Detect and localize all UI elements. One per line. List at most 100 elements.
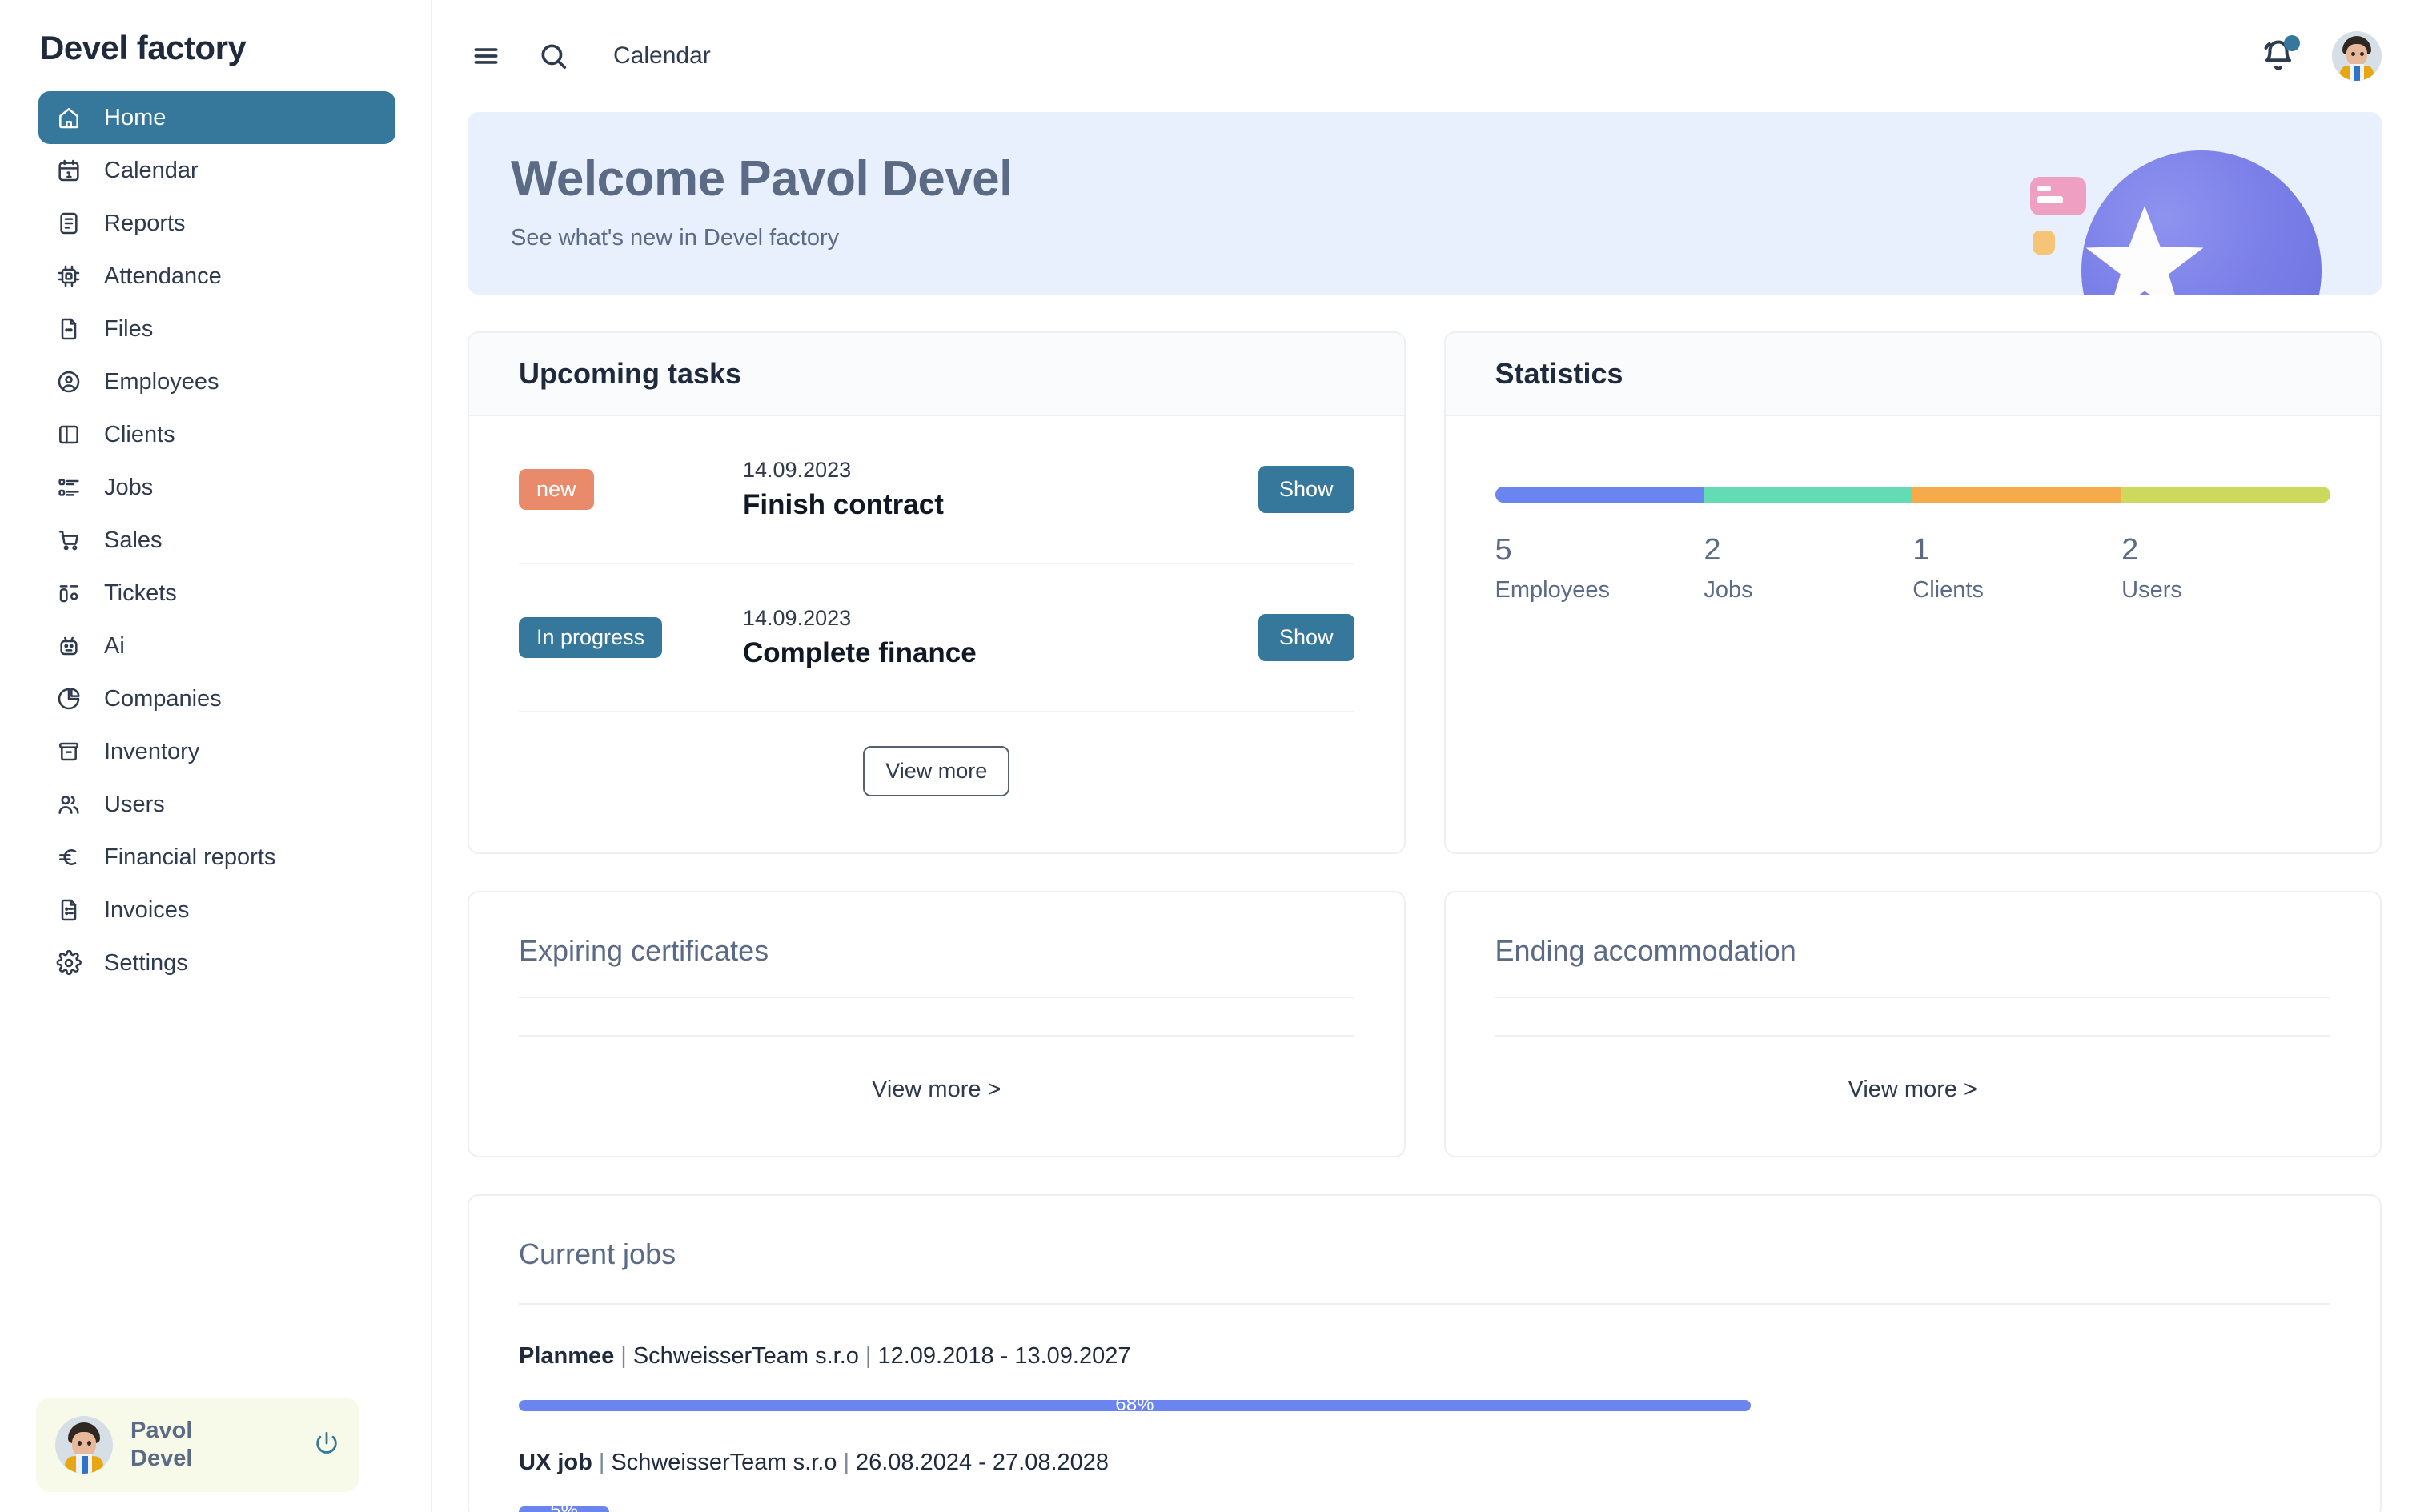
hamburger-menu-icon[interactable] [468,38,504,74]
avatar[interactable] [2332,31,2382,81]
sidebar-item-label: Settings [104,949,188,976]
sidebar-item-reports[interactable]: Reports [38,197,395,250]
divider [1495,1035,2330,1037]
topbar: Calendar [432,0,2420,112]
task-date: 14.09.2023 [743,606,852,630]
task-title: Complete finance [743,637,977,668]
current-jobs-title: Current jobs [519,1237,676,1270]
sidebar-item-settings[interactable]: Settings [38,936,395,989]
job-dates: 26.08.2024 - 27.08.2028 [855,1450,1110,1475]
sidebar-item-label: Tickets [104,580,177,606]
expiring-certificates-card: Expiring certificates View more > [468,891,1406,1157]
bell-icon[interactable] [2260,35,2300,74]
job-client: SchweisserTeam s.r.o [632,1343,859,1369]
statistic-clients: 1 Clients [1912,533,2121,604]
sidebar-item-ai[interactable]: Ai [38,620,395,672]
statistic-value: 5 [1495,533,1512,567]
upcoming-tasks-body: new 14.09.2023 Finish contract Show In progr… [469,416,1404,712]
job-name: UX job [519,1450,592,1475]
statistics-segment-clients [1912,487,2122,503]
archive-box-icon [54,737,83,766]
task-date: 14.09.2023 [743,458,852,482]
show-task-button[interactable]: Show [1258,614,1354,661]
task-info: 14.09.2023 Complete finance [743,606,1258,669]
statistic-label: Users [2121,577,2182,603]
chip-icon [54,262,83,291]
status-badge: new [519,469,594,510]
dashboard-row-2: Expiring certificates View more > Ending… [468,891,2382,1157]
separator: | [865,1343,872,1369]
sidebar-item-clients[interactable]: Clients [38,408,395,461]
home-icon [54,103,83,132]
sidebar-item-sales[interactable]: Sales [38,514,395,567]
sidebar-user-card[interactable]: Pavol Devel [36,1398,359,1492]
breadcrumb[interactable]: Calendar [613,42,711,70]
job-summary[interactable]: UX job | SchweisserTeam s.r.o | 26.08.2024 -… [519,1450,2330,1476]
statistics-segment-jobs [1704,487,1913,503]
divider [519,1303,2330,1305]
statistic-value: 2 [2121,533,2139,567]
job-progress-bar: 5% [519,1500,2330,1512]
task-info: 14.09.2023 Finish contract [743,458,1258,521]
list-checklist-icon [54,473,83,502]
statistic-jobs: 2 Jobs [1704,533,1912,604]
job-name: Planmee [519,1343,615,1369]
dashboard-row-1: Upcoming tasks new 14.09.2023 Finish contr… [468,331,2382,854]
sidebar-item-jobs[interactable]: Jobs [38,461,395,514]
pie-chart-icon [54,684,83,713]
sidebar-item-home[interactable]: Home [38,91,395,144]
sidebar-nav: Home Calendar Reports Attendance Files Employ… [0,91,431,989]
job-dates: 12.09.2018 - 13.09.2027 [877,1343,1131,1369]
view-more-certificates-link[interactable]: View more > [519,1077,1354,1103]
robot-icon [54,632,83,660]
current-jobs-list: Planmee | SchweisserTeam s.r.o | 12.09.2018 … [519,1343,2330,1512]
sidebar-item-label: Users [104,791,165,817]
gear-icon [54,949,83,977]
ending-accommodation-card: Ending accommodation View more > [1443,891,2382,1157]
ticket-icon [54,579,83,608]
notification-dot [2284,35,2300,51]
view-more-accommodation-link[interactable]: View more > [1495,1077,2331,1103]
sidebar-item-companies[interactable]: Companies [38,672,395,725]
ending-accommodation-title: Ending accommodation [1495,934,1796,967]
statistics-body: 5 Employees 2 Jobs 1 Clients 2 Users [1446,416,2381,660]
sidebar-item-label: Clients [104,421,175,447]
statistic-label: Jobs [1704,577,1753,603]
divider [519,1035,1354,1037]
view-more-tasks-button[interactable]: View more [863,746,1010,796]
sidebar-item-users[interactable]: Users [38,778,395,831]
task-status-col: new [519,469,743,510]
status-badge: In progress [519,617,663,658]
power-icon[interactable] [313,1430,340,1461]
task-row: In progress 14.09.2023 Complete finance Sho… [519,564,1354,712]
welcome-banner: Welcome Pavol Devel See what's new in De… [468,112,2382,295]
sidebar-item-calendar[interactable]: Calendar [38,144,395,197]
upcoming-tasks-title: Upcoming tasks [469,333,1404,416]
search-icon[interactable] [535,38,572,74]
show-task-button[interactable]: Show [1258,466,1354,513]
expiring-certificates-title: Expiring certificates [519,934,769,967]
sidebar-user-name: Pavol Devel [130,1417,192,1473]
sidebar-item-employees[interactable]: Employees [38,355,395,408]
divider [1495,997,2330,998]
separator: | [620,1343,627,1369]
user-first-name: Pavol [130,1418,193,1444]
sidebar-item-financial-reports[interactable]: Financial reports [38,831,395,884]
statistic-employees: 5 Employees [1495,533,1704,604]
task-status-col: In progress [519,617,743,658]
statistic-value: 1 [1912,533,1930,567]
app-root: Devel factory Home Calendar Reports Attenda… [0,0,2420,1512]
sidebar-item-files[interactable]: Files [38,303,395,355]
sidebar-item-inventory[interactable]: Inventory [38,725,395,778]
sidebar-item-attendance[interactable]: Attendance [38,250,395,303]
sidebar-item-label: Jobs [104,474,154,500]
statistic-label: Clients [1912,577,1984,603]
sidebar-item-label: Financial reports [104,844,276,870]
sidebar-item-label: Ai [104,632,125,659]
sidebar-item-tickets[interactable]: Tickets [38,567,395,620]
statistic-value: 2 [1704,533,1721,567]
calendar-icon [54,156,83,185]
sidebar-item-invoices[interactable]: Invoices [38,884,395,936]
job-summary[interactable]: Planmee | SchweisserTeam s.r.o | 12.09.2018 … [519,1343,2330,1370]
sidebar-item-label: Inventory [104,738,200,764]
